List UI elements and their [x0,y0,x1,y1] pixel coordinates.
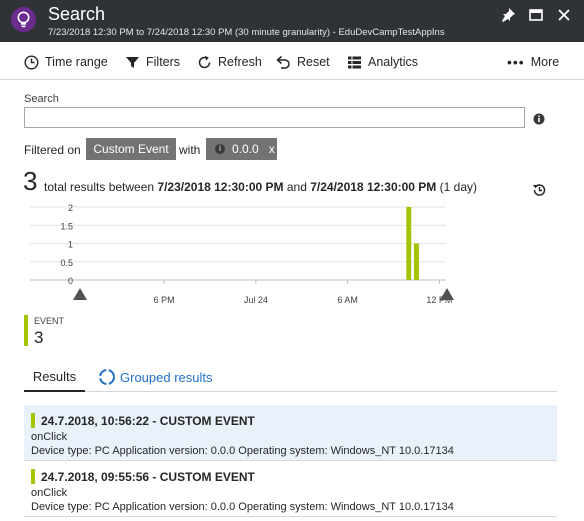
info-icon[interactable] [533,112,545,130]
refresh-button[interactable]: Refresh [197,53,262,71]
result-row[interactable]: 24.7.2018, 10:56:22 - CUSTOM EVENT onCli… [24,405,557,461]
summary-range: (1 day) [439,180,478,194]
summary-start-time: 7/23/2018 12:30:00 PM [157,180,284,194]
filtered-on-label: Filtered on [24,143,81,157]
event-legend-label: EVENT [34,316,65,326]
search-label: Search [24,93,59,105]
more-label: More [530,55,560,69]
blade-titlebar: Search 7/23/2018 12:30 PM to 7/24/2018 1… [0,0,584,42]
result-details: Device type: PC Application version: 0.0… [31,445,454,457]
version-filter-chip[interactable]: i 0.0.0 x [206,138,277,160]
maximize-icon[interactable] [528,7,548,27]
y-tick-label: 2 [68,203,73,213]
event-legend-swatch [24,315,28,346]
event-type-marker [31,469,35,484]
command-bar: Time range Filters Refresh Reset Analyti… [0,42,584,80]
result-row[interactable]: 24.7.2018, 09:55:56 - CUSTOM EVENT onCli… [24,461,557,517]
tab-grouped-results[interactable]: Grouped results [98,368,213,386]
more-button[interactable]: ••• More [507,53,559,71]
filters-button[interactable]: Filters [125,53,180,71]
pin-icon[interactable] [500,7,520,27]
tab-results[interactable]: Results [24,365,85,392]
refresh-icon [198,55,211,68]
analytics-label: Analytics [368,55,419,69]
x-tick-label: 6 AM [337,295,358,305]
result-event-name: onClick [31,487,68,499]
range-end-handle-icon[interactable] [440,288,454,300]
tabs-divider [24,391,557,392]
reset-label: Reset [297,55,330,69]
filter-icon [126,56,139,68]
x-tick-label: Jul 24 [244,295,268,305]
summary-end-time: 7/24/2018 12:30:00 PM [310,180,437,194]
remove-filter-icon[interactable]: x [269,142,275,156]
reset-button[interactable]: Reset [276,53,330,71]
tab-grouped-label: Grouped results [120,369,213,385]
result-event-name: onClick [31,431,68,443]
results-summary: total results between 7/23/2018 12:30:00… [44,180,477,194]
result-title: 24.7.2018, 09:55:56 - CUSTOM EVENT [41,470,255,484]
result-title: 24.7.2018, 10:56:22 - CUSTOM EVENT [41,414,255,428]
page-title: Search [48,4,106,24]
with-label: with [179,143,201,157]
event-type-marker [31,413,35,428]
total-results-count: 3 [23,166,38,196]
analytics-icon [348,56,361,68]
chart-bar[interactable] [413,243,419,281]
page-subtitle: 7/23/2018 12:30 PM to 7/24/2018 12:30 PM… [48,27,445,38]
time-range-button[interactable]: Time range [24,53,108,71]
ellipsis-icon: ••• [507,54,525,70]
summary-prefix: total results between [44,180,155,194]
summary-and: and [286,180,307,194]
undo-icon [276,55,290,69]
time-range-label: Time range [45,55,108,69]
grouped-results-icon [99,369,115,385]
y-tick-label: 1 [68,240,73,250]
y-tick-label: 0 [68,276,73,286]
event-type-filter-chip[interactable]: Custom Event [86,138,176,160]
refresh-label: Refresh [218,55,262,69]
results-histogram[interactable]: 21.510.50 6 PM Jul 24 6 AM 12 PM [0,196,584,312]
result-details: Device type: PC Application version: 0.0… [31,501,454,513]
y-tick-label: 0.5 [60,258,73,268]
x-tick-label: 6 PM [154,295,175,305]
clock-icon [24,54,39,70]
chart-bar[interactable] [406,207,412,280]
search-input[interactable] [24,107,525,128]
version-filter-label: 0.0.0 [232,142,259,156]
info-icon: i [215,144,225,154]
range-start-handle-icon[interactable] [73,288,87,300]
lightbulb-icon [11,7,36,32]
event-legend-count: 3 [34,328,44,347]
close-icon[interactable] [556,7,576,27]
y-tick-label: 1.5 [60,221,73,231]
analytics-button[interactable]: Analytics [347,53,418,71]
filters-label: Filters [146,55,181,69]
